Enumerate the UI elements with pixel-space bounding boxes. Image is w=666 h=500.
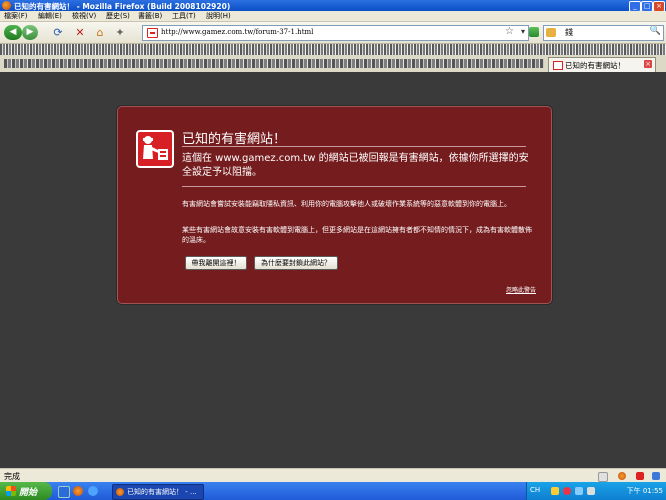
menu-history[interactable]: 歷史(S) [106, 11, 130, 21]
menu-view[interactable]: 檢視(V) [72, 11, 96, 21]
start-label: 開始 [19, 488, 38, 498]
back-button[interactable]: ◀ [4, 25, 22, 40]
url-text: http://www.gamez.com.tw/forum-37-1.html [161, 28, 314, 36]
taskbar-item-label: 已知的有害網站！ - ... [127, 488, 197, 496]
quicklaunch-ie-icon[interactable] [88, 486, 98, 496]
window-title-bar: 已知的有害網站！ - Mozilla Firefox (Build 200810… [0, 0, 666, 12]
description-divider [182, 186, 526, 187]
menu-edit[interactable]: 編輯(E) [38, 11, 62, 21]
menu-bookmarks[interactable]: 書籤(B) [138, 11, 162, 21]
police-warning-icon [136, 130, 174, 168]
start-button[interactable]: 開始 [0, 482, 52, 500]
tray-network-icon[interactable] [575, 487, 583, 495]
menu-help[interactable]: 說明(H) [206, 11, 231, 21]
status-bar: 完成 [0, 468, 666, 483]
clock: 下午 01:55 [626, 487, 663, 495]
quicklaunch-firefox-icon[interactable] [73, 486, 83, 496]
url-bar[interactable]: http://www.gamez.com.tw/forum-37-1.html … [142, 25, 529, 41]
menu-tools[interactable]: 工具(T) [172, 11, 196, 21]
navigation-toolbar: ◀ ▶ ⟳ ✕ ⌂ ✦ http://www.gamez.com.tw/foru… [0, 22, 666, 44]
reload-icon[interactable]: ⟳ [52, 27, 64, 39]
status-indicator-icon[interactable] [598, 472, 608, 482]
addon-icon[interactable]: ✦ [114, 27, 126, 39]
security-status-icon[interactable] [636, 472, 644, 480]
search-input[interactable]: 錢 🔍 [543, 25, 664, 41]
bookmark-star-icon[interactable]: ☆ [505, 26, 514, 37]
tray-app-icon[interactable] [551, 487, 559, 495]
status-text: 完成 [4, 472, 20, 481]
firefox-icon [2, 1, 11, 10]
firefox-icon [116, 488, 124, 496]
ignore-warning-link[interactable]: 忽略此警告 [506, 285, 536, 294]
search-icon[interactable]: 🔍 [650, 26, 661, 36]
tab-close-icon[interactable]: × [644, 60, 652, 68]
home-icon[interactable]: ⌂ [94, 27, 106, 39]
tray-security-icon[interactable] [563, 487, 571, 495]
bookmarks-toolbar-obscured [0, 44, 666, 55]
forward-button[interactable]: ▶ [22, 25, 38, 40]
tab-site-icon [553, 61, 563, 70]
tab-active[interactable]: 已知的有害網站！ × [548, 57, 656, 73]
system-tray: CH 下午 01:55 [526, 482, 666, 500]
title-divider [182, 146, 526, 147]
menu-bar: 檔案(F) 編輯(E) 檢視(V) 歷史(S) 書籤(B) 工具(T) 說明(H… [0, 11, 666, 22]
warning-long-description-2: 某些有害網站會故意安裝有害軟體到電腦上，但更多網站是在這網站擁有者都不知情的情況… [182, 226, 532, 244]
search-engine-icon[interactable] [546, 28, 556, 37]
search-value: 錢 [565, 28, 573, 37]
quicklaunch-desktop-icon[interactable] [58, 486, 70, 498]
stop-icon[interactable]: ✕ [74, 27, 86, 39]
get-me-out-button[interactable]: 帶我離開這裡！ [185, 256, 247, 270]
taskbar-item-firefox[interactable]: 已知的有害網站！ - ... [112, 484, 204, 500]
go-button[interactable] [529, 27, 539, 37]
addon-status-icon[interactable] [652, 472, 660, 480]
windows-flag-icon [6, 486, 16, 496]
why-blocked-button[interactable]: 為什麼要封鎖此網站？ [254, 256, 338, 270]
ime-indicator[interactable]: CH [530, 486, 540, 494]
warning-short-description: 這個在 www.gamez.com.tw 的網站已被回報是有害網站，依據你所選擇… [182, 153, 529, 178]
site-icon [147, 28, 158, 38]
firefox-status-icon[interactable] [618, 472, 626, 480]
menu-file[interactable]: 檔案(F) [4, 11, 28, 21]
obscured-tabs [4, 59, 544, 68]
warning-title: 已知的有害網站！ [182, 132, 287, 147]
url-dropdown-icon[interactable]: ▾ [521, 27, 525, 36]
tray-volume-icon[interactable] [587, 487, 595, 495]
warning-long-description-1: 有害網站會嘗試安裝能竊取隱私資訊、利用你的電腦攻擊他人或破壞作業系統等的惡意軟體… [182, 200, 511, 208]
tab-label: 已知的有害網站！ [565, 61, 625, 70]
